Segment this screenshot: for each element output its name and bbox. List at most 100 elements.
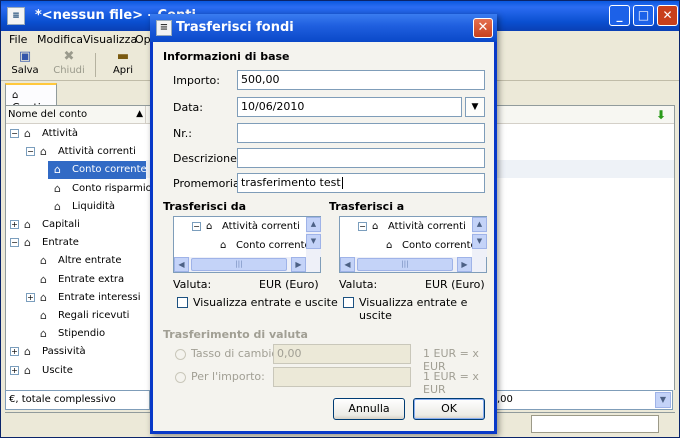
bank-icon: ⌂ [40, 290, 47, 304]
tree-row[interactable]: − ⌂ Entrate [6, 234, 146, 252]
close-file-button[interactable]: ✖ Chiudi [49, 49, 89, 77]
description-field[interactable] [237, 148, 485, 168]
from-tree-item-selected[interactable]: ⌂ Conto corrente [220, 240, 311, 255]
tree-row-label: Stipendio [58, 328, 106, 340]
cancel-button-label: Annulla [348, 402, 390, 415]
tree-row[interactable]: ⌂ Conto risparmio [6, 180, 152, 198]
tree-row[interactable]: + ⌂ Capitali [6, 216, 146, 234]
dialog-title-bar[interactable]: ≡ Trasferisci fondi ✕ [150, 14, 497, 42]
collapse-icon[interactable]: − [10, 129, 19, 138]
bank-icon: ⌂ [40, 327, 47, 341]
collapse-icon[interactable]: − [192, 222, 201, 231]
scroll-down-icon[interactable]: ▼ [306, 234, 321, 249]
tree-column-header[interactable]: Nome del conto ▲ [6, 106, 146, 124]
exchange-rate-radio[interactable] [175, 349, 186, 360]
tree-row[interactable]: ⌂ Liquidità [6, 198, 146, 216]
total-value-text: ,00 [497, 394, 513, 405]
dialog-close-button[interactable]: ✕ [473, 18, 493, 38]
tree-row[interactable]: ⌂ Entrate extra [6, 271, 146, 289]
bank-icon: ⌂ [24, 363, 31, 377]
from-vscrollbar[interactable]: ▲ ▼ [306, 217, 321, 257]
currency-total-combo[interactable]: €, totale complessivo [5, 390, 150, 410]
tree-row[interactable]: − ⌂ Attività [6, 125, 146, 143]
amount-field[interactable]: 500,00 [237, 70, 485, 90]
to-account-list[interactable]: − ⌂ Attività correnti ⌂ Conto corrente ▲… [339, 216, 487, 273]
ok-button[interactable]: OK [413, 398, 485, 420]
bank-icon: ⌂ [372, 221, 379, 232]
chevron-down-icon[interactable]: ▼ [655, 392, 671, 408]
collapse-icon[interactable]: − [358, 222, 367, 231]
exchange-rate-field[interactable]: 0,00 [273, 344, 411, 364]
green-down-arrow-icon[interactable]: ⬇ [656, 108, 666, 122]
main-close-button[interactable]: ✕ [657, 5, 678, 26]
menu-file[interactable]: File [9, 33, 27, 46]
cancel-button[interactable]: Annulla [333, 398, 405, 420]
date-picker-button[interactable]: ▼ [465, 97, 485, 117]
scroll-right-icon[interactable]: ▶ [457, 257, 472, 272]
expand-icon[interactable]: + [10, 347, 19, 357]
to-tree-item-selected[interactable]: ⌂ Conto corrente [386, 240, 477, 255]
scroll-left-icon[interactable]: ◀ [340, 257, 355, 272]
tree-row-label: Altre entrate [58, 255, 122, 267]
collapse-icon[interactable]: − [10, 238, 19, 248]
save-button[interactable]: ▣ Salva [5, 49, 45, 77]
tree-row[interactable]: + ⌂ Entrate interessi [6, 289, 146, 307]
from-show-income-checkbox[interactable] [177, 297, 188, 308]
amount-radio[interactable] [175, 372, 186, 383]
tree-row-label: Regali ricevuti [58, 310, 130, 321]
transfer-dialog: ≡ Trasferisci fondi ✕ Informazioni di ba… [150, 14, 497, 434]
collapse-icon[interactable]: − [26, 147, 35, 157]
tree-row[interactable]: − ⌂ Attività correnti [6, 143, 146, 161]
bank-icon: ⌂ [24, 127, 31, 140]
tab-conti[interactable]: ⌂ Conti [5, 83, 57, 114]
toolbar-separator [95, 53, 96, 77]
bank-icon: ⌂ [54, 199, 61, 213]
scroll-thumb[interactable]: ||| [191, 258, 287, 271]
tree-row[interactable]: ⌂ Altre entrate [6, 252, 146, 270]
bank-icon: ⌂ [40, 145, 47, 159]
expand-icon[interactable]: + [26, 292, 35, 302]
status-panel [531, 415, 659, 433]
to-tree-child-label: Conto corrente [402, 240, 477, 251]
minimize-button[interactable]: _ [609, 5, 630, 26]
date-field[interactable]: 10/06/2010 [237, 97, 462, 117]
number-field[interactable] [237, 123, 485, 143]
expand-icon[interactable]: + [10, 365, 19, 375]
open-button[interactable]: ▬ Apri [103, 49, 143, 77]
scroll-up-icon[interactable]: ▲ [306, 217, 321, 232]
amount-radio-field[interactable] [273, 367, 411, 387]
bank-icon: ⌂ [220, 240, 227, 251]
memo-field[interactable]: trasferimento test [237, 173, 485, 193]
to-vscrollbar[interactable]: ▲ ▼ [472, 217, 487, 257]
date-label: Data: [173, 101, 203, 114]
scroll-up-icon[interactable]: ▲ [472, 217, 487, 232]
scroll-left-icon[interactable]: ◀ [174, 257, 189, 272]
from-hscrollbar[interactable]: ◀ ||| ▶ [174, 257, 320, 272]
scroll-down-icon[interactable]: ▼ [472, 234, 487, 249]
close-x-icon: ✖ [63, 49, 75, 64]
scroll-thumb[interactable]: ||| [357, 258, 453, 271]
tree-row[interactable]: ⌂ Regali ricevuti [6, 307, 146, 325]
amount-radio-unit: 1 EUR = x EUR [423, 370, 479, 396]
bank-icon: ⌂ [54, 181, 61, 195]
from-account-list[interactable]: − ⌂ Attività correnti ⌂ Conto corrente ▲… [173, 216, 321, 273]
maximize-button[interactable]: □ [633, 5, 654, 26]
number-label: Nr.: [173, 127, 192, 140]
tree-row[interactable]: ⌂ Conto corrente [48, 161, 147, 180]
menu-modifica[interactable]: Modifica [37, 33, 83, 46]
total-value-combo[interactable]: ,00 ▼ [493, 390, 673, 410]
tree-row[interactable]: + ⌂ Uscite [6, 362, 146, 380]
tree-row-label: Attività correnti [58, 146, 136, 158]
to-hscrollbar[interactable]: ◀ ||| ▶ [340, 257, 486, 272]
exchange-rate-label: Tasso di cambio: [191, 347, 282, 360]
tree-row[interactable]: + ⌂ Passività [6, 343, 146, 361]
scroll-right-icon[interactable]: ▶ [291, 257, 306, 272]
tree-row-label: Uscite [42, 364, 73, 376]
bank-icon: ⌂ [40, 272, 47, 286]
tree-row[interactable]: ⌂ Stipendio [6, 325, 146, 343]
bank-icon: ⌂ [24, 218, 31, 231]
tree-header-label: Nome del conto [8, 109, 88, 120]
to-show-income-checkbox[interactable] [343, 297, 354, 308]
menu-visualizza[interactable]: Visualizza [83, 33, 137, 46]
expand-icon[interactable]: + [10, 220, 19, 229]
